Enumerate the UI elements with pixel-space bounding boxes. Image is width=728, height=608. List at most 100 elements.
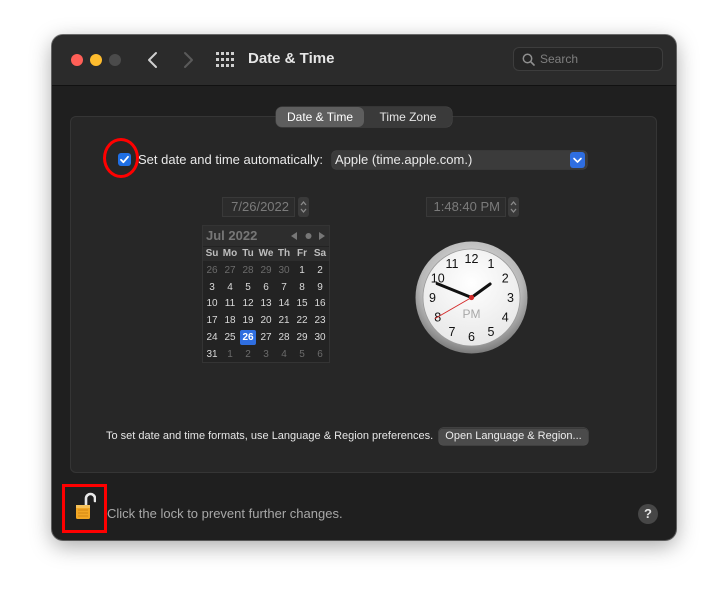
clock-number: 4 bbox=[502, 311, 509, 325]
lock-button[interactable] bbox=[72, 491, 97, 521]
calendar-month-label: Jul 2022 bbox=[206, 228, 258, 243]
select-arrow[interactable] bbox=[570, 152, 585, 168]
calendar-day-label: 16 bbox=[314, 298, 326, 310]
weekday-label: Fr bbox=[297, 248, 307, 259]
calendar-day[interactable]: 13 bbox=[257, 295, 275, 312]
calendar-day-label: 27 bbox=[224, 265, 236, 276]
show-all-button[interactable] bbox=[216, 52, 234, 68]
date-stepper[interactable] bbox=[298, 197, 309, 217]
calendar-day[interactable]: 12 bbox=[239, 295, 257, 312]
calendar-day[interactable]: 20 bbox=[257, 312, 275, 329]
calendar-day[interactable]: 30 bbox=[311, 329, 329, 346]
calendar-day[interactable]: 25 bbox=[221, 329, 239, 346]
calendar-day[interactable]: 15 bbox=[293, 295, 311, 312]
forward-button[interactable] bbox=[177, 49, 199, 71]
calendar-day[interactable]: 2 bbox=[311, 262, 329, 279]
calendar-day-label: 8 bbox=[299, 281, 305, 293]
back-button[interactable] bbox=[142, 49, 164, 71]
calendar-day-label: 29 bbox=[296, 331, 308, 343]
calendar-day-label: 31 bbox=[206, 348, 218, 360]
calendar-day[interactable]: 3 bbox=[203, 279, 221, 296]
calendar-day-selected[interactable]: 26 bbox=[239, 329, 257, 346]
time-server-select[interactable]: Apple (time.apple.com.) bbox=[332, 151, 587, 169]
calendar-day[interactable]: 10 bbox=[203, 295, 221, 312]
calendar-day-label: 4 bbox=[227, 281, 233, 293]
calendar-day[interactable]: 7 bbox=[275, 279, 293, 296]
calendar-day[interactable]: 8 bbox=[293, 279, 311, 296]
calendar-day[interactable]: 16 bbox=[311, 295, 329, 312]
calendar-day-label: 21 bbox=[278, 315, 290, 327]
time-server-value: Apple (time.apple.com.) bbox=[335, 152, 473, 167]
calendar-day[interactable]: 24 bbox=[203, 329, 221, 346]
calendar-day[interactable]: 2 bbox=[239, 346, 257, 363]
clock-number: 2 bbox=[502, 272, 509, 286]
zoom-button[interactable] bbox=[109, 54, 121, 66]
calendar-day-label: 14 bbox=[278, 298, 290, 310]
calendar-day[interactable]: 4 bbox=[221, 279, 239, 296]
search-box[interactable] bbox=[513, 47, 663, 71]
weekday-header: Su Mo Tu We Th Fr Sa bbox=[203, 247, 329, 261]
calendar-day[interactable]: 4 bbox=[275, 346, 293, 363]
calendar-day-label: 25 bbox=[224, 331, 236, 343]
previous-month-icon[interactable] bbox=[291, 232, 298, 240]
calendar-day[interactable]: 17 bbox=[203, 312, 221, 329]
calendar-day[interactable]: 14 bbox=[275, 295, 293, 312]
stepper-arrows-icon bbox=[300, 200, 307, 214]
calendar-day[interactable]: 11 bbox=[221, 295, 239, 312]
calendar-day[interactable]: 31 bbox=[203, 346, 221, 363]
clock-number: 3 bbox=[507, 291, 514, 305]
calendar-day[interactable]: 27 bbox=[257, 329, 275, 346]
calendar-day[interactable]: 19 bbox=[239, 312, 257, 329]
calendar-day[interactable]: 29 bbox=[293, 329, 311, 346]
calendar-day[interactable]: 22 bbox=[293, 312, 311, 329]
calendar-day-label: 5 bbox=[245, 281, 251, 293]
calendar-day[interactable]: 28 bbox=[275, 329, 293, 346]
calendar-day[interactable]: 26 bbox=[203, 262, 221, 279]
calendar-day-label: 1 bbox=[299, 265, 305, 276]
tab-time-zone[interactable]: Time Zone bbox=[364, 107, 452, 127]
time-stepper[interactable] bbox=[508, 197, 519, 217]
calendar-day-label: 11 bbox=[224, 298, 236, 310]
help-button[interactable]: ? bbox=[638, 504, 658, 524]
unlocked-padlock-icon bbox=[76, 492, 97, 519]
calendar-day[interactable]: 28 bbox=[239, 262, 257, 279]
calendar-day-label: 18 bbox=[224, 315, 236, 327]
next-month-icon[interactable] bbox=[318, 232, 325, 240]
auto-time-label: Set date and time automatically: bbox=[138, 152, 323, 167]
calendar-day[interactable]: 18 bbox=[221, 312, 239, 329]
today-dot-icon[interactable] bbox=[305, 232, 312, 240]
calendar-day[interactable]: 23 bbox=[311, 312, 329, 329]
calendar-day-label: 6 bbox=[317, 348, 323, 360]
close-button[interactable] bbox=[71, 54, 83, 66]
calendar-day[interactable]: 9 bbox=[311, 279, 329, 296]
calendar-day[interactable]: 3 bbox=[257, 346, 275, 363]
calendar-day[interactable]: 21 bbox=[275, 312, 293, 329]
calendar-day-label: 28 bbox=[242, 265, 254, 276]
date-field[interactable]: 7/26/2022 bbox=[222, 197, 295, 217]
calendar-day[interactable]: 6 bbox=[257, 279, 275, 296]
calendar-day[interactable]: 6 bbox=[311, 346, 329, 363]
minimize-button[interactable] bbox=[90, 54, 102, 66]
calendar-week-row: 26 27 28 29 30 1 2 bbox=[203, 262, 329, 279]
calendar-day[interactable]: 1 bbox=[293, 262, 311, 279]
weekday-label: Sa bbox=[313, 248, 327, 259]
calendar-day[interactable]: 30 bbox=[275, 262, 293, 279]
title-bar: Date & Time bbox=[52, 35, 676, 86]
time-field[interactable]: 1:48:40 PM bbox=[426, 197, 506, 217]
calendar-day[interactable]: 27 bbox=[221, 262, 239, 279]
search-input[interactable] bbox=[540, 51, 655, 67]
open-language-region-button[interactable]: Open Language & Region... bbox=[439, 428, 588, 445]
calendar-day[interactable]: 29 bbox=[257, 262, 275, 279]
clock-number: 9 bbox=[429, 291, 436, 305]
calendar-week-row: 31 1 2 3 4 5 6 bbox=[203, 346, 329, 363]
calendar-week-row: 10 11 12 13 14 15 16 bbox=[203, 295, 329, 312]
calendar-day[interactable]: 1 bbox=[221, 346, 239, 363]
analog-clock: 121234567891011 PM bbox=[415, 241, 528, 354]
auto-time-checkbox[interactable] bbox=[118, 153, 131, 166]
calendar-day-label: 1 bbox=[227, 348, 233, 360]
calendar-day[interactable]: 5 bbox=[239, 279, 257, 296]
search-icon bbox=[522, 53, 535, 66]
calendar-week-row: 3456789 bbox=[203, 279, 329, 296]
tab-date-time[interactable]: Date & Time bbox=[276, 107, 364, 127]
calendar-day[interactable]: 5 bbox=[293, 346, 311, 363]
